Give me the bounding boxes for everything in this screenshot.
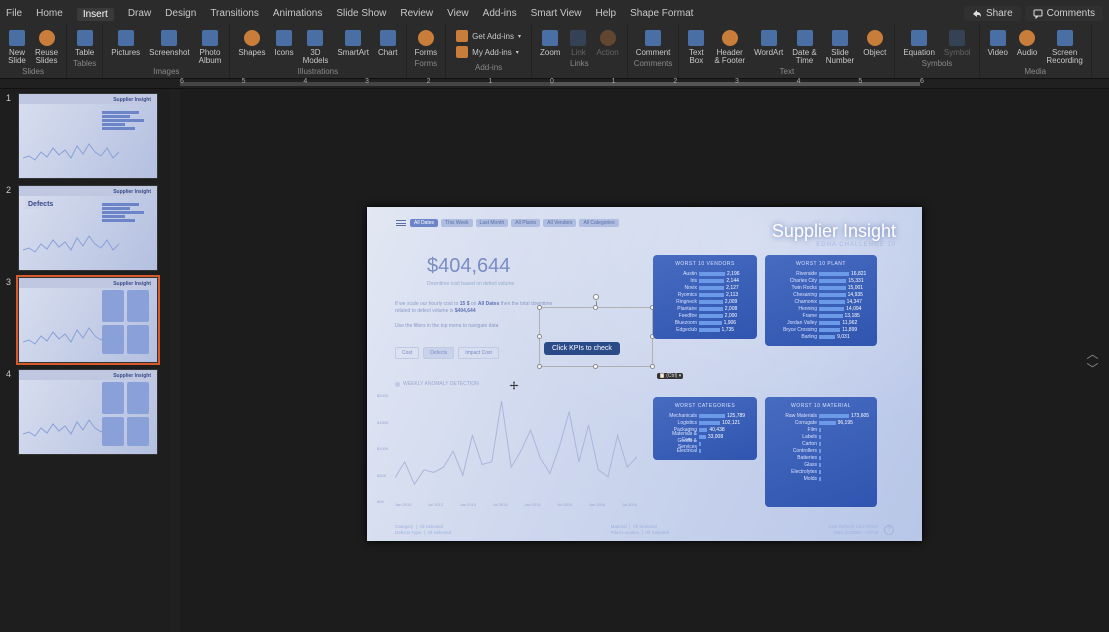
pill-defects[interactable]: Defects [423, 347, 454, 359]
menu-shape-format[interactable]: Shape Format [630, 8, 693, 21]
ribbon-table[interactable]: Table [71, 27, 98, 57]
filter-tab-2[interactable]: Last Month [476, 219, 509, 227]
ribbon-date-&-time[interactable]: Date &Time [788, 27, 820, 65]
ribbon-chart[interactable]: Chart [374, 27, 402, 65]
resize-handle-n[interactable] [593, 305, 598, 310]
ribbon-screenshot[interactable]: Screenshot [145, 27, 193, 65]
paste-options-hint[interactable]: 📋(Ctrl) ▾ [657, 373, 683, 379]
comments-label: Comments [1047, 8, 1095, 19]
ribbon-3d-models[interactable]: 3DModels [299, 27, 333, 65]
line-chart: $200K$150K$100K$50K$0K Jan 2013Jul 2013J… [395, 393, 637, 499]
panel-categories: WORST CATEGORIESMechanicals125,789Logist… [653, 397, 757, 460]
menu-insert[interactable]: Insert [77, 8, 114, 21]
ribbon-audio[interactable]: Audio [1013, 27, 1041, 65]
slide-thumbnail-1[interactable]: Supplier Insight [18, 93, 158, 179]
comment-icon [1033, 9, 1043, 19]
menu-animations[interactable]: Animations [273, 8, 322, 21]
ribbon-wordart[interactable]: WordArt [750, 27, 787, 65]
menu-transitions[interactable]: Transitions [210, 8, 259, 21]
slide-thumbnails-panel: 1Supplier Insight2Supplier InsightDefect… [0, 89, 170, 632]
collapse-pane-icon[interactable]: 〈 〉 [1084, 347, 1101, 374]
filter-tab-3[interactable]: All Plants [511, 219, 540, 227]
dashboard-title: Supplier Insight [772, 221, 896, 242]
ribbon-comment[interactable]: Comment [632, 27, 675, 57]
help-icon[interactable]: ? [884, 525, 894, 535]
ribbon-icons[interactable]: Icons [270, 27, 297, 65]
ribbon-smartart[interactable]: SmartArt [333, 27, 373, 65]
horizontal-ruler: 6543210123456 [0, 79, 1109, 89]
comments-button[interactable]: Comments [1025, 6, 1103, 21]
ribbon-get-add-ins[interactable]: Get Add-ins▾ [454, 29, 523, 43]
ribbon-link[interactable]: Link [565, 27, 591, 57]
ribbon-slide-number[interactable]: SlideNumber [822, 27, 858, 65]
dashboard-subtitle: EDNA CHALLENGE 10 [772, 242, 896, 248]
menu-add-ins[interactable]: Add-ins [483, 8, 517, 21]
selected-shape[interactable]: Click KPIs to check [539, 307, 653, 367]
ribbon-text-box[interactable]: TextBox [683, 27, 709, 65]
share-label: Share [986, 8, 1013, 19]
hamburger-icon[interactable] [395, 217, 407, 229]
chart-title: WEEKLY ANOMALY DETECTION [395, 381, 479, 387]
panel-vendors: WORST 10 VENDORSAustin2,196Iris2,144Novi… [653, 255, 757, 339]
filter-tab-1[interactable]: This Week [441, 219, 473, 227]
resize-handle-s[interactable] [593, 364, 598, 369]
ribbon-zoom[interactable]: Zoom [536, 27, 564, 57]
kpi-value: $404,644 [427, 255, 510, 278]
panel-plants: WORST 10 PLANTRiverside16,821Charles Cit… [765, 255, 877, 346]
pill-impact[interactable]: Impact Cost [458, 347, 499, 359]
menu-file[interactable]: File [6, 8, 22, 21]
callout-shape[interactable]: Click KPIs to check [544, 342, 620, 355]
filter-tab-5[interactable]: All Categories [579, 219, 618, 227]
ribbon-forms[interactable]: Forms [411, 27, 442, 57]
ribbon-header-&-footer[interactable]: Header& Footer [710, 27, 749, 65]
menu-slide-show[interactable]: Slide Show [336, 8, 386, 21]
ribbon-screen-recording[interactable]: ScreenRecording [1042, 27, 1086, 65]
ribbon-action[interactable]: Action [592, 27, 622, 57]
ribbon-reuse-slides[interactable]: ReuseSlides [31, 27, 62, 65]
ribbon-shapes[interactable]: Shapes [234, 27, 269, 65]
resize-handle-w[interactable] [537, 334, 542, 339]
active-slide: All Dates This Week Last Month All Plant… [367, 207, 922, 541]
menu-review[interactable]: Review [400, 8, 433, 21]
resize-handle-se[interactable] [650, 364, 655, 369]
filter-tab-4[interactable]: All Vendors [543, 219, 576, 227]
resize-handle-sw[interactable] [537, 364, 542, 369]
kpi-subtitle: Downtime cost based on defect volume [427, 281, 514, 287]
move-cursor-icon [509, 381, 519, 391]
dashboard-footer: Category | All Selected Defects Type | A… [395, 524, 894, 535]
ribbon-new-slide[interactable]: NewSlide [4, 27, 30, 65]
rotate-handle[interactable] [593, 294, 599, 300]
ribbon-symbol[interactable]: Symbol [940, 27, 975, 57]
menu-view[interactable]: View [447, 8, 469, 21]
menu-draw[interactable]: Draw [128, 8, 151, 21]
ribbon-video[interactable]: Video [984, 27, 1012, 65]
ribbon-object[interactable]: Object [859, 27, 890, 65]
slide-thumbnail-4[interactable]: Supplier Insight [18, 369, 158, 455]
panel-materials: WORST 10 MATERIALRaw Materials173,605Cor… [765, 397, 877, 507]
menu-home[interactable]: Home [36, 8, 63, 21]
menu-design[interactable]: Design [165, 8, 196, 21]
share-icon [972, 9, 982, 19]
share-button[interactable]: Share [964, 6, 1021, 21]
resize-handle-nw[interactable] [537, 305, 542, 310]
ribbon-my-add-ins[interactable]: My Add-ins▾ [454, 45, 523, 59]
pill-cost[interactable]: Cost [395, 347, 419, 359]
slide-canvas[interactable]: All Dates This Week Last Month All Plant… [180, 89, 1109, 632]
slide-thumbnail-2[interactable]: Supplier InsightDefects [18, 185, 158, 271]
ribbon: NewSlideReuseSlidesSlidesTableTablesPict… [0, 25, 1109, 79]
menu-bar: File Home Insert Draw Design Transitions Anima… [0, 4, 1109, 25]
ribbon-equation[interactable]: Equation [899, 27, 939, 57]
slide-thumbnail-3[interactable]: Supplier Insight [18, 277, 158, 363]
ribbon-pictures[interactable]: Pictures [107, 27, 144, 65]
menu-smart-view[interactable]: Smart View [531, 8, 582, 21]
filter-tab-0[interactable]: All Dates [410, 219, 438, 227]
ribbon-photo-album[interactable]: PhotoAlbum [195, 27, 226, 65]
menu-help[interactable]: Help [596, 8, 617, 21]
vertical-ruler [170, 89, 180, 632]
